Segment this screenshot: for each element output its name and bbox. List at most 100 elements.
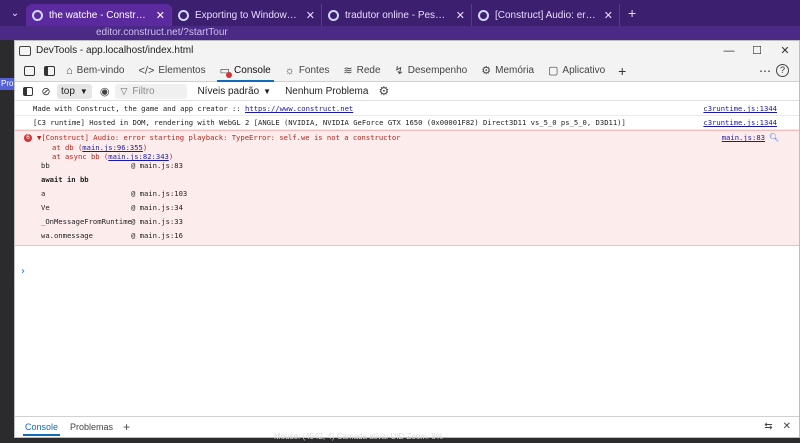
sources-icon: ☼: [284, 64, 295, 77]
call-frame: a @ main.js:103: [41, 187, 341, 201]
frame-location: @ main.js:103: [131, 189, 188, 198]
frame-function: wa.onmessage: [41, 231, 93, 240]
frame-link[interactable]: main.js:33: [140, 217, 183, 226]
frame-function: Ve: [41, 203, 50, 212]
close-icon[interactable]: ✕: [771, 44, 799, 57]
tab-label: Fontes: [298, 65, 330, 76]
error-source-link[interactable]: main.js:83: [722, 133, 765, 143]
error-header[interactable]: 6 ▼[Construct] Audio: error starting pla…: [15, 133, 799, 143]
browser-tab-construct[interactable]: the watche - Construct 3 ✕: [26, 4, 172, 26]
console-prompt-chevron-icon[interactable]: ›: [21, 266, 25, 277]
status-text: Mouse: (4542, 4) Camada ativa: UID Zoom:…: [274, 432, 443, 441]
tab-label: Aplicativo: [562, 65, 606, 76]
tab-aplicativo[interactable]: ▢ Aplicativo: [541, 60, 612, 82]
log-text: Made with Construct, the game and app cr…: [33, 104, 246, 113]
frame-location: @ main.js:83: [131, 161, 183, 170]
inspect-element-icon[interactable]: [19, 61, 39, 81]
search-icon[interactable]: 🔍︎: [769, 133, 779, 143]
context-selector[interactable]: top ▼: [57, 83, 92, 99]
frame-function: bb: [41, 161, 50, 170]
call-frame: bb @ main.js:83: [41, 159, 341, 173]
browser-tab-label: [Construct] Audio: error starting: [495, 9, 598, 21]
close-tab-icon[interactable]: ✕: [456, 9, 465, 22]
frame-location: @ main.js:33: [131, 217, 183, 226]
devtools-titlebar: DevTools - app.localhost/index.html — ☐ …: [15, 41, 799, 60]
new-tab-button[interactable]: +: [628, 5, 636, 21]
construct-favicon-icon: [32, 9, 43, 21]
editor-status-bar: Mouse: (4542, 4) Camada ativa: UID Zoom:…: [0, 432, 800, 443]
console-settings-gear-icon[interactable]: ⚙: [378, 84, 389, 98]
devtools-icon: [19, 45, 31, 56]
home-icon: ⌂: [66, 64, 73, 77]
console-output[interactable]: Made with Construct, the game and app cr…: [15, 102, 799, 416]
console-log-line: Made with Construct, the game and app cr…: [15, 102, 799, 116]
close-drawer-icon[interactable]: ✕: [783, 421, 791, 432]
log-source-link[interactable]: c3runtime.js:1344: [703, 116, 777, 129]
browser-tab-strip: ⌄ the watche - Construct 3 ✕ Exporting t…: [0, 0, 800, 26]
construct-link[interactable]: https://www.construct.net: [245, 104, 353, 113]
filter-input[interactable]: ▽ Filtro: [115, 83, 188, 99]
tab-memoria[interactable]: ⚙ Memória: [474, 60, 541, 82]
console-filter-bar: ⊘ top ▼ ◉ ▽ Filtro Níveis padrão ▼ Nenhum P…: [15, 82, 799, 101]
caret-down-icon: ▼: [79, 86, 88, 96]
tab-fontes[interactable]: ☼ Fontes: [278, 60, 337, 82]
tab-desempenho[interactable]: ↯ Desempenho: [388, 60, 475, 82]
dock-icon[interactable]: ⇆: [764, 421, 772, 432]
frame-link[interactable]: main.js:103: [140, 189, 188, 198]
error-message: ▼[Construct] Audio: error starting playb…: [37, 133, 401, 142]
more-options-icon[interactable]: ⋯: [754, 64, 776, 78]
tab-console[interactable]: ▭ Console: [213, 60, 278, 82]
sidebar-toggle-icon[interactable]: [19, 83, 37, 100]
log-text: [C3 runtime] Hosted in DOM, rendering wi…: [33, 118, 626, 127]
close-tab-icon[interactable]: ✕: [156, 9, 165, 22]
filter-placeholder: Filtro: [132, 85, 155, 97]
tab-elementos[interactable]: </> Elementos: [131, 60, 212, 82]
close-tab-icon[interactable]: ✕: [306, 9, 315, 22]
trace-prefix: at db (: [52, 143, 83, 152]
filter-icon: ▽: [120, 85, 128, 96]
tab-label: Bem-vindo: [76, 65, 125, 76]
frame-link[interactable]: main.js:16: [140, 231, 183, 240]
log-source-link[interactable]: c3runtime.js:1344: [703, 102, 777, 115]
call-frame: _OnMessageFromRuntime @ main.js:33: [41, 215, 341, 229]
add-drawer-tab-icon[interactable]: +: [123, 420, 130, 434]
tab-search-icon[interactable]: ⌄: [4, 4, 26, 22]
code-icon: </>: [138, 64, 155, 77]
browser-tab-label: the watche - Construct 3: [49, 9, 150, 21]
help-icon[interactable]: ?: [776, 64, 789, 77]
issues-count[interactable]: Nenhum Problema: [285, 86, 368, 97]
browser-tab-exporting[interactable]: Exporting to Windows (WebVi ✕: [172, 4, 322, 26]
close-tab-icon[interactable]: ✕: [604, 9, 613, 22]
device-emulation-icon[interactable]: [39, 61, 59, 81]
devtools-toolbar: ⌂ Bem-vindo </> Elementos ▭ Console ☼ Fontes…: [15, 60, 799, 82]
address-bar[interactable]: editor.construct.net/?startTour: [0, 26, 800, 40]
browser-tab-tradutor[interactable]: tradutor online - Pesquisa Goo ✕: [322, 4, 472, 26]
frame-function: await in bb: [41, 175, 89, 184]
frame-location: @ main.js:16: [131, 231, 183, 240]
console-log-line: [C3 runtime] Hosted in DOM, rendering wi…: [15, 116, 799, 130]
tab-bem-vindo[interactable]: ⌂ Bem-vindo: [59, 60, 131, 82]
google-favicon-icon: [478, 9, 489, 21]
tab-label: Elementos: [158, 65, 206, 76]
frame-link[interactable]: main.js:34: [140, 203, 183, 212]
tab-rede[interactable]: ≋ Rede: [336, 60, 387, 82]
add-panel-icon[interactable]: +: [612, 61, 632, 81]
trace-link[interactable]: main.js:96:355: [82, 143, 143, 152]
minimize-icon[interactable]: —: [715, 45, 743, 57]
application-icon: ▢: [548, 65, 559, 77]
live-expression-eye-icon[interactable]: ◉: [100, 85, 110, 98]
google-favicon-icon: [328, 9, 339, 21]
frame-location: @ main.js:34: [131, 203, 183, 212]
levels-label: Níveis padrão: [197, 85, 260, 97]
log-levels-dropdown[interactable]: Níveis padrão ▼: [197, 86, 271, 97]
devtools-title: DevTools - app.localhost/index.html: [36, 45, 194, 56]
drawer-tab-problemas[interactable]: Problemas: [64, 417, 119, 437]
browser-tab-audio-error[interactable]: [Construct] Audio: error starting ✕: [472, 4, 620, 26]
wifi-icon: ≋: [343, 65, 353, 77]
clear-console-icon[interactable]: ⊘: [37, 83, 55, 100]
construct-favicon-icon: [178, 9, 189, 21]
maximize-icon[interactable]: ☐: [743, 44, 771, 57]
memory-icon: ⚙: [481, 65, 492, 77]
drawer-tab-console[interactable]: Console: [19, 417, 64, 437]
frame-link[interactable]: main.js:83: [140, 161, 183, 170]
